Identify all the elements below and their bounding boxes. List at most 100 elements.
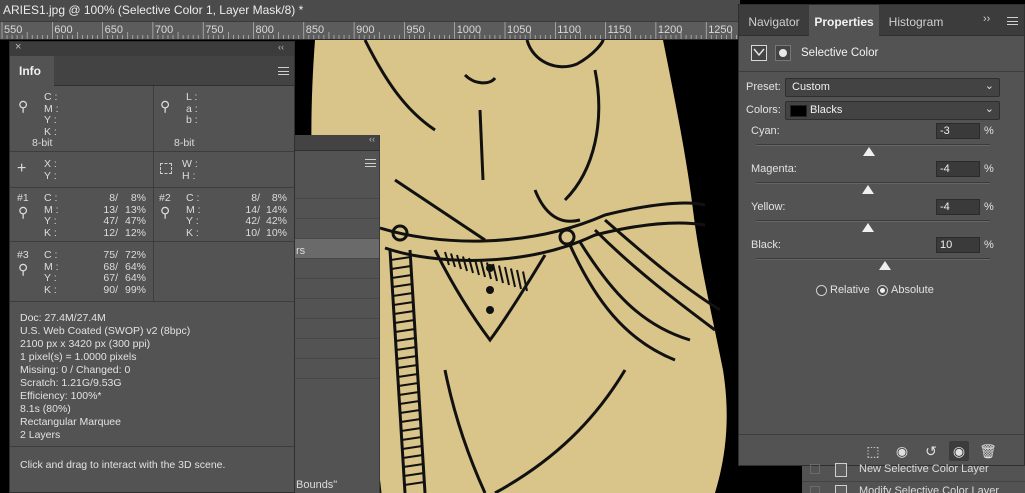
history-item-label: Modify Selective Color Layer <box>859 485 1000 493</box>
adjustment-layer-icon[interactable] <box>751 45 767 61</box>
ruler-tick-label: 600 <box>54 24 73 36</box>
sampler-3-percents: 72% 64% 64% 99% <box>124 249 146 296</box>
crosshair-icon: + <box>17 160 27 177</box>
slider-value-input[interactable]: -3 <box>936 123 980 139</box>
slider-track[interactable] <box>756 182 990 184</box>
sampler-3-values: 75/ 68/ 67/ 90/ <box>103 249 118 296</box>
tab-properties[interactable]: Properties <box>809 5 879 36</box>
color-sampler-icon[interactable]: ⚲ <box>160 204 170 221</box>
info-hint: Click and drag to interact with the 3D s… <box>20 459 226 471</box>
layer-row[interactable] <box>291 259 379 279</box>
ruler-tick-label: 550 <box>4 24 23 36</box>
position-size-section: + X : Y : W : H : <box>10 152 294 188</box>
properties-menu-icon[interactable] <box>1007 17 1018 25</box>
chevron-down-icon: ⌄ <box>984 80 994 92</box>
view-previous-state-icon[interactable]: ◉ <box>892 441 912 461</box>
selection-size-icon <box>160 163 172 174</box>
eyedropper-icon[interactable]: ⚲ <box>160 98 170 115</box>
ruler-tick-label: 1250 <box>708 24 733 36</box>
document-tab[interactable]: ARIES1.jpg @ 100% (Selective Color 1, La… <box>0 0 740 22</box>
layer-row[interactable] <box>291 359 379 379</box>
colors-dropdown[interactable]: Blacks ⌄ <box>785 101 1000 120</box>
color-swatch <box>790 105 807 117</box>
layer-mask-icon[interactable] <box>775 45 791 61</box>
color-sampler-3-section: #3 ⚲ C : M : Y : K : 75/ 68/ 67/ 90/ 72%… <box>10 242 294 302</box>
ruler-tick-label: 800 <box>255 24 274 36</box>
document-info-line: Efficiency: 100%* <box>20 390 102 402</box>
history-item[interactable]: New Selective Color Layer <box>802 460 1025 482</box>
history-item[interactable]: Modify Selective Color Layer <box>802 482 1025 493</box>
document-info: Doc: 27.4M/27.4M U.S. Web Coated (SWOP) v… <box>20 312 190 442</box>
clip-to-layer-icon[interactable]: ⬚ <box>863 441 883 461</box>
tab-histogram[interactable]: Histogram <box>879 5 953 36</box>
slider-value-input[interactable]: 10 <box>936 237 980 253</box>
chevron-down-icon: ⌄ <box>984 103 994 115</box>
slider-thumb[interactable] <box>878 261 891 270</box>
document-title: ARIES1.jpg @ 100% (Selective Color 1, La… <box>3 3 304 17</box>
sampler-1-values: 8/ 13/ 47/ 12/ <box>103 192 118 239</box>
history-state-icon <box>835 463 847 477</box>
history-panel: New Selective Color Layer Modify Selecti… <box>802 463 1025 493</box>
slider-thumb[interactable] <box>862 185 875 194</box>
layer-row[interactable] <box>291 299 379 319</box>
ruler-tick-label: 900 <box>356 24 375 36</box>
reset-icon[interactable]: ↺ <box>921 441 941 461</box>
layer-row[interactable] <box>291 339 379 359</box>
slider-track[interactable] <box>756 258 990 260</box>
absolute-radio[interactable] <box>877 285 888 296</box>
tab-info[interactable]: Info <box>10 56 54 86</box>
sampler-2-label: #2 <box>159 192 171 204</box>
slider-thumb[interactable] <box>862 223 875 232</box>
percent-sign: % <box>984 125 994 137</box>
layer-row[interactable] <box>291 279 379 299</box>
document-info-line: Doc: 27.4M/27.4M <box>20 312 106 324</box>
ruler-tick-label: 850 <box>305 24 325 36</box>
info-menu-icon[interactable] <box>278 67 289 75</box>
eyedropper-icon[interactable]: ⚲ <box>18 98 28 115</box>
percent-sign: % <box>984 239 994 251</box>
colors-label: Colors: <box>746 104 781 116</box>
history-item-label: New Selective Color Layer <box>859 463 989 475</box>
layer-partial-label: Bounds" <box>296 479 338 491</box>
sampler-2-percents: 8% 14% 42% 10% <box>265 192 287 239</box>
relative-label: Relative <box>830 284 870 296</box>
divider <box>10 446 294 447</box>
layers-menu-icon[interactable] <box>365 159 376 167</box>
colors-value: Blacks <box>810 104 843 116</box>
color-sampler-icon[interactable]: ⚲ <box>18 204 28 221</box>
info-panel-topbar: × ‹‹ <box>10 41 294 56</box>
slider-track[interactable] <box>756 144 990 146</box>
tab-navigator[interactable]: Navigator <box>739 5 809 36</box>
document-info-line: Missing: 0 / Changed: 0 <box>20 364 131 376</box>
collapse-icon[interactable]: ‹‹ <box>369 134 375 144</box>
horizontal-ruler[interactable]: 550 600 650 700 750 800 850 900 950 1000 1050 1100 1… <box>0 22 740 40</box>
lab-bit-depth: 8-bit <box>174 137 195 149</box>
preset-value: Custom <box>792 81 830 93</box>
layer-row[interactable]: rs <box>291 199 379 257</box>
document-info-line: Rectangular Marquee <box>20 416 121 428</box>
snapshot-checkbox[interactable] <box>810 464 820 474</box>
layer-row-label: rs <box>296 245 306 257</box>
relative-radio[interactable] <box>816 285 827 296</box>
close-icon[interactable]: × <box>15 41 21 53</box>
layer-row[interactable] <box>291 179 379 199</box>
layer-row[interactable] <box>291 319 379 339</box>
color-sampler-icon[interactable]: ⚲ <box>18 261 28 278</box>
slider-value-input[interactable]: -4 <box>936 199 980 215</box>
preset-dropdown[interactable]: Custom ⌄ <box>785 78 1000 97</box>
sampler-1-channels: C : M : Y : K : <box>44 192 59 239</box>
visibility-eye-icon[interactable]: ◉ <box>949 441 969 461</box>
expand-icon[interactable]: ›› <box>983 13 990 25</box>
trash-icon[interactable]: 🗑 <box>978 441 998 461</box>
slider-thumb[interactable] <box>863 147 876 156</box>
ruler-tick-label: 1200 <box>657 24 683 36</box>
layer-row[interactable] <box>291 219 379 239</box>
document-info-line: 2100 px x 3420 px (300 ppi) <box>20 338 151 350</box>
slider-track[interactable] <box>756 220 990 222</box>
slider-value-input[interactable]: -4 <box>936 161 980 177</box>
slider-label: Yellow: <box>751 201 786 213</box>
collapse-icon[interactable]: ‹‹ <box>278 42 284 52</box>
snapshot-checkbox[interactable] <box>810 486 820 493</box>
info-panel: × ‹‹ Info ⚲ C : M : Y : K : 8-bit ⚲ L : … <box>9 41 295 493</box>
sampler-3-channels: C : M : Y : K : <box>44 249 59 296</box>
